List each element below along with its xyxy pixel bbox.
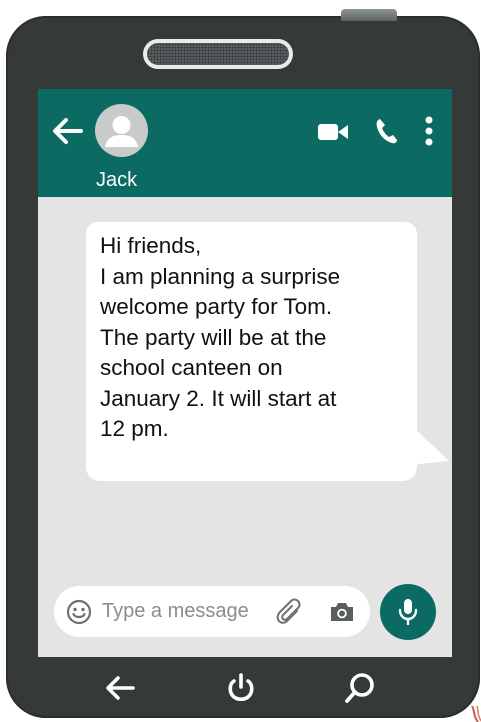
phone-side-button <box>341 9 397 21</box>
power-icon[interactable] <box>226 672 256 704</box>
contact-name: Jack <box>96 169 138 191</box>
speaker-mesh <box>147 43 289 65</box>
bubble-tail <box>409 423 449 465</box>
video-camera-icon[interactable] <box>317 122 349 142</box>
message-input[interactable] <box>102 596 272 626</box>
search-icon[interactable] <box>343 671 377 705</box>
phone-screen: Jack Hi friends, I am planning a surpris… <box>38 89 452 657</box>
nav-back-icon[interactable] <box>104 673 136 703</box>
voice-message-button[interactable] <box>380 584 436 640</box>
speaker-grille <box>143 39 293 69</box>
message-composer <box>54 586 370 637</box>
message-bubble: Hi friends, I am planning a surprise wel… <box>86 222 417 481</box>
avatar[interactable] <box>95 104 148 157</box>
emoji-icon[interactable] <box>66 599 92 625</box>
charging-cord <box>471 706 481 722</box>
avatar-icon <box>105 116 138 147</box>
back-arrow-icon[interactable] <box>51 116 83 146</box>
message-text: Hi friends, I am planning a surprise wel… <box>100 233 341 441</box>
microphone-icon <box>398 599 418 626</box>
phone-icon[interactable] <box>374 117 398 145</box>
chat-header: Jack <box>38 89 452 197</box>
more-vertical-icon[interactable] <box>421 115 437 147</box>
paperclip-icon[interactable] <box>275 597 303 625</box>
camera-icon[interactable] <box>329 600 355 624</box>
